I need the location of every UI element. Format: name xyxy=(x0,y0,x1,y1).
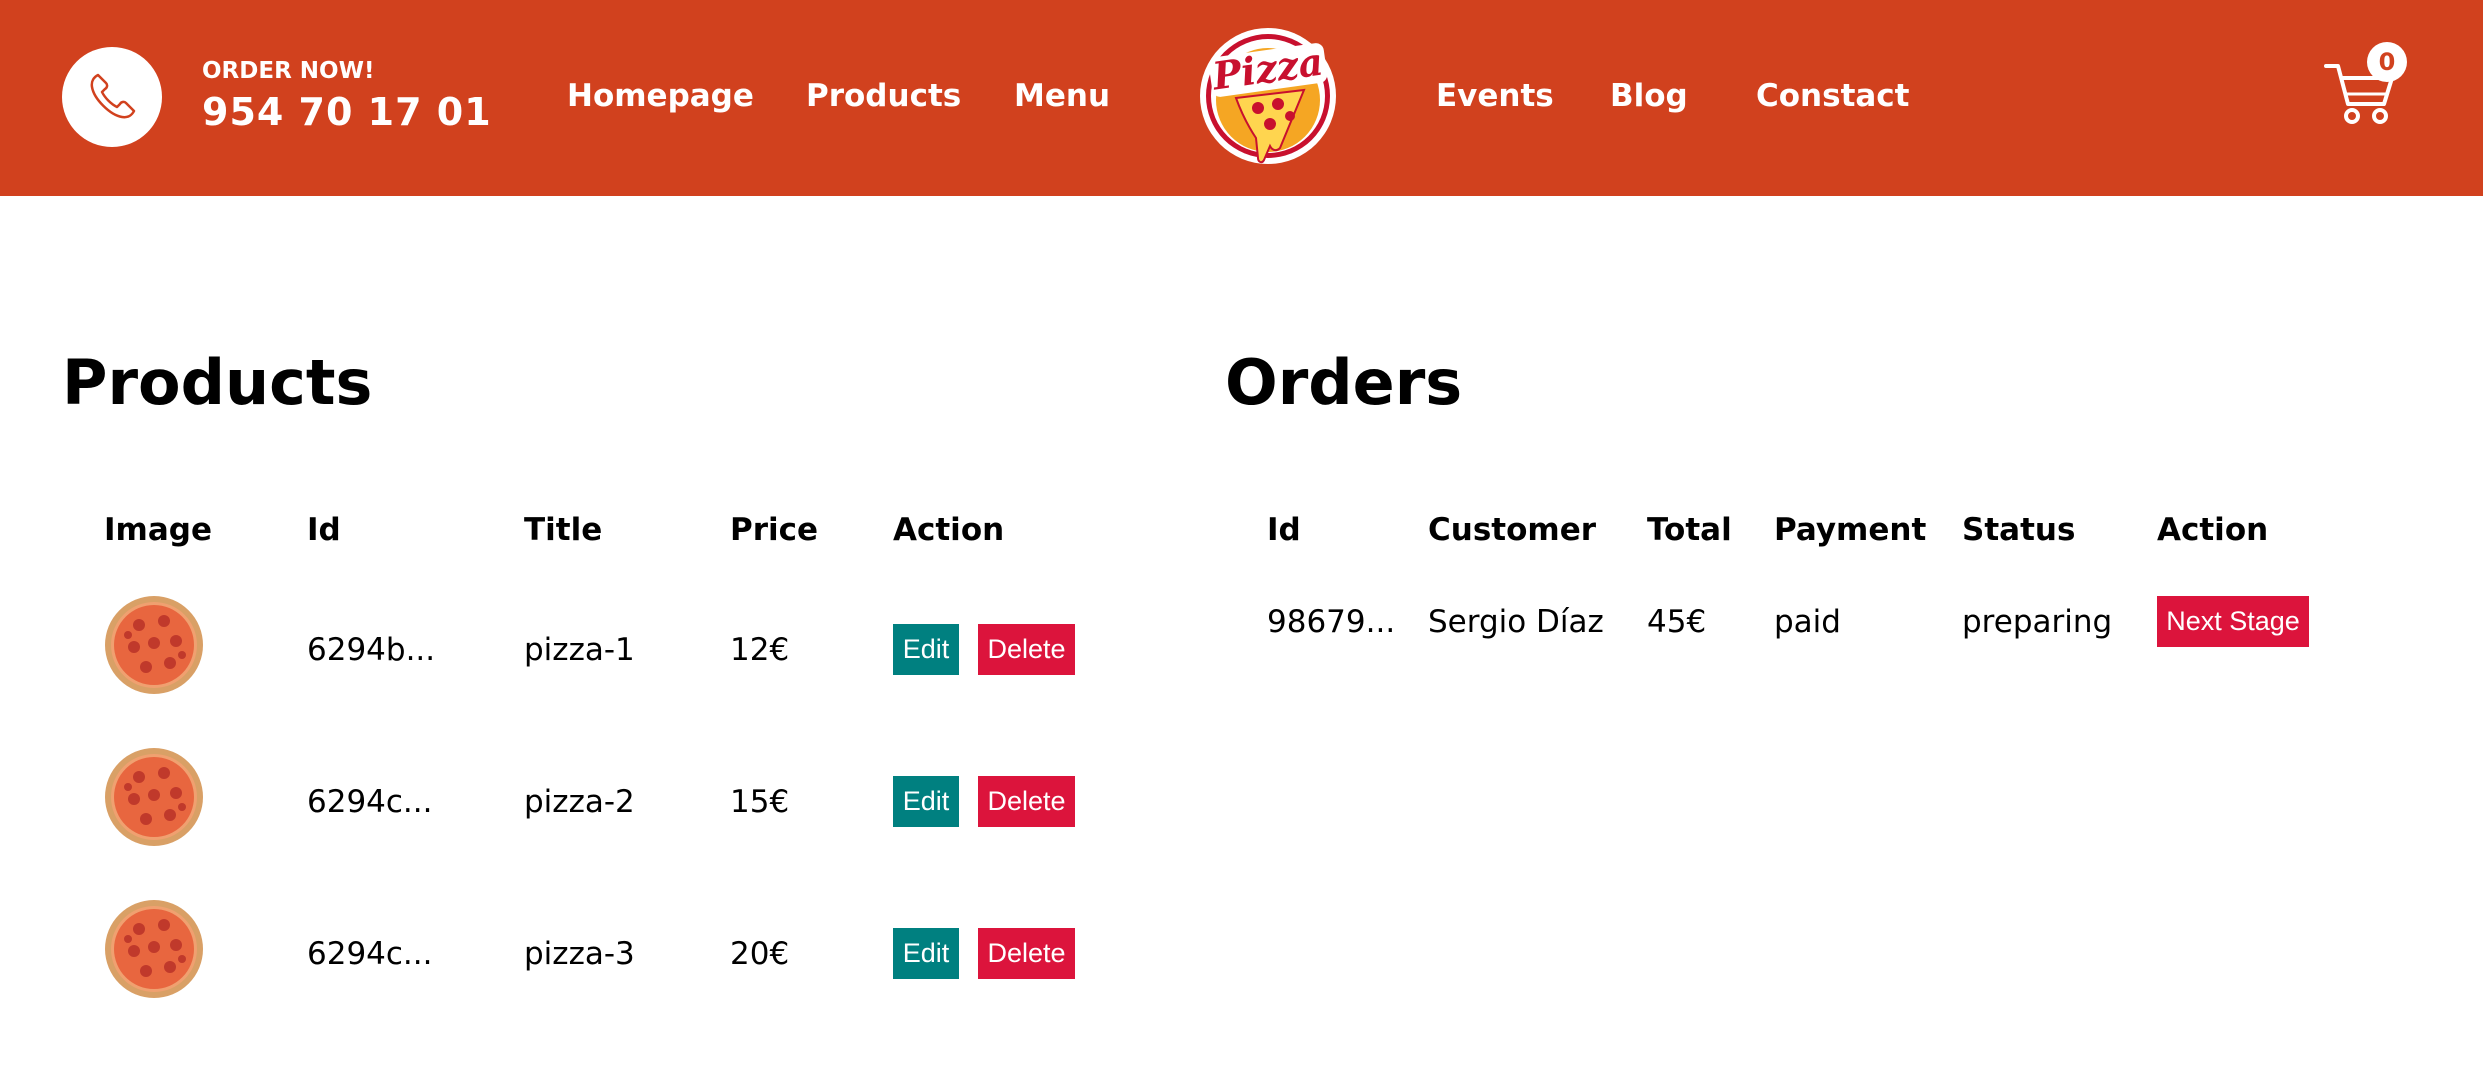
delete-button[interactable]: Delete xyxy=(978,624,1075,675)
edit-button[interactable]: Edit xyxy=(893,928,959,979)
delete-button[interactable]: Delete xyxy=(978,776,1075,827)
product-price: 20€ xyxy=(730,936,790,972)
products-header-image: Image xyxy=(104,512,212,548)
phone-icon xyxy=(90,73,136,119)
nav-constact[interactable]: Constact xyxy=(1756,78,1910,114)
orders-header-action: Action xyxy=(2157,512,2269,548)
product-id: 6294b... xyxy=(307,632,436,668)
orders-header-payment: Payment xyxy=(1774,512,1927,548)
phone-number: 954 70 17 01 xyxy=(202,90,492,134)
cart-count-badge: 0 xyxy=(2367,42,2407,82)
pizza-image xyxy=(105,748,203,846)
products-title: Products xyxy=(62,346,373,419)
orders-title: Orders xyxy=(1225,346,1463,419)
order-id: 98679... xyxy=(1267,604,1396,640)
edit-button[interactable]: Edit xyxy=(893,624,959,675)
product-title: pizza-1 xyxy=(524,632,635,668)
orders-header-status: Status xyxy=(1962,512,2076,548)
products-header-action: Action xyxy=(893,512,1005,548)
products-header-price: Price xyxy=(730,512,819,548)
product-title: pizza-3 xyxy=(524,936,635,972)
orders-header-customer: Customer xyxy=(1428,512,1597,548)
orders-header-total: Total xyxy=(1647,512,1732,548)
pizza-logo[interactable]: Pizza xyxy=(1196,20,1340,168)
product-price: 15€ xyxy=(730,784,790,820)
orders-header-id: Id xyxy=(1267,512,1301,548)
nav-menu[interactable]: Menu xyxy=(1014,78,1110,114)
pizza-image xyxy=(105,900,203,998)
nav-products[interactable]: Products xyxy=(806,78,961,114)
order-total: 45€ xyxy=(1647,604,1707,640)
next-stage-button[interactable]: Next Stage xyxy=(2157,596,2309,647)
navbar: ORDER NOW! 954 70 17 01 Homepage Product… xyxy=(0,0,2483,196)
phone-button[interactable] xyxy=(62,47,162,147)
order-payment: paid xyxy=(1774,604,1841,640)
pizza-image xyxy=(105,596,203,694)
product-id: 6294c... xyxy=(307,784,433,820)
products-header-title: Title xyxy=(524,512,603,548)
nav-blog[interactable]: Blog xyxy=(1610,78,1688,114)
nav-events[interactable]: Events xyxy=(1436,78,1554,114)
edit-button[interactable]: Edit xyxy=(893,776,959,827)
order-now-label: ORDER NOW! xyxy=(202,58,375,84)
product-title: pizza-2 xyxy=(524,784,635,820)
product-price: 12€ xyxy=(730,632,790,668)
product-id: 6294c... xyxy=(307,936,433,972)
products-header-id: Id xyxy=(307,512,341,548)
order-customer: Sergio Díaz xyxy=(1428,604,1604,640)
delete-button[interactable]: Delete xyxy=(978,928,1075,979)
order-status: preparing xyxy=(1962,604,2113,640)
nav-homepage[interactable]: Homepage xyxy=(567,78,754,114)
